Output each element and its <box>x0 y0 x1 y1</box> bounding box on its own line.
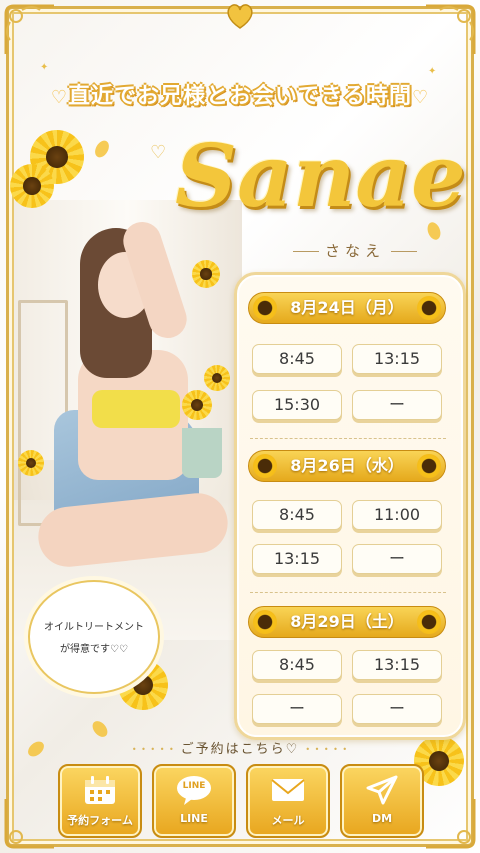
divider <box>250 592 446 593</box>
heart-ornament-icon <box>224 2 256 30</box>
time-slot[interactable]: 8:45 <box>252 500 342 530</box>
schedule-date: 8月26日（水） <box>248 450 446 482</box>
corner-ornament-icon <box>0 0 60 60</box>
time-slot[interactable]: 8:45 <box>252 650 342 680</box>
sunflower-icon <box>417 610 441 634</box>
corner-ornament-icon <box>420 793 480 853</box>
heart-icon: ♡ <box>411 87 430 108</box>
profile-kana: さなえ <box>270 240 440 260</box>
line-button[interactable]: LINE LINE <box>152 764 236 838</box>
mail-label: メール <box>271 814 305 827</box>
headline-text: 直近でお兄様とお会いできる時間 <box>68 84 412 109</box>
sunflower-icon <box>253 610 277 634</box>
sunflower-icon <box>253 296 277 320</box>
schedule-date: 8月29日（土） <box>248 606 446 638</box>
sunflower-icon <box>10 164 54 208</box>
profile-photo <box>14 200 242 640</box>
line-label: LINE <box>180 812 208 825</box>
bubble-line: オイルトリートメント <box>44 622 144 633</box>
time-slot: ー <box>352 544 442 574</box>
time-slot[interactable]: 13:15 <box>352 344 442 374</box>
schedule-date: 8月24日（月） <box>248 292 446 324</box>
dm-button[interactable]: DM <box>340 764 424 838</box>
send-icon <box>364 774 400 806</box>
time-slot[interactable]: 8:45 <box>252 344 342 374</box>
mail-icon <box>270 774 306 806</box>
mail-button[interactable]: メール <box>246 764 330 838</box>
reserve-form-button[interactable]: 予約フォーム <box>58 764 142 838</box>
sunflower-icon <box>182 390 212 420</box>
time-slot[interactable]: 11:00 <box>352 500 442 530</box>
sunflower-icon <box>204 365 230 391</box>
reserve-title: ご予約はこちら♡ <box>120 738 360 757</box>
heart-outline-icon: ♡ <box>150 142 167 163</box>
time-slot[interactable]: 13:15 <box>352 650 442 680</box>
reserve-form-label: 予約フォーム <box>67 814 133 827</box>
time-slot: ー <box>252 694 342 724</box>
bubble-line: が得意です♡♡ <box>60 644 128 655</box>
time-slot: ー <box>352 390 442 420</box>
time-slot[interactable]: 15:30 <box>252 390 342 420</box>
sunflower-icon <box>417 296 441 320</box>
line-icon-text: LINE <box>182 781 206 791</box>
heart-icon: ♡ <box>50 87 69 108</box>
speech-bubble: オイルトリートメント が得意です♡♡ <box>28 580 160 694</box>
corner-ornament-icon <box>0 793 60 853</box>
time-slot: ー <box>352 694 442 724</box>
sunflower-icon <box>18 450 44 476</box>
profile-name: Sanae <box>175 126 466 227</box>
headline: ♡直近でお兄様とお会いできる時間♡ <box>40 78 440 112</box>
page: ♡直近でお兄様とお会いできる時間♡ Sanae さなえ ✦ ✦ ♡ オイルトリー… <box>0 0 480 853</box>
sunflower-icon <box>192 260 220 288</box>
dm-label: DM <box>371 812 393 825</box>
divider <box>250 438 446 439</box>
calendar-icon <box>82 774 118 806</box>
sunflower-icon <box>253 454 277 478</box>
corner-ornament-icon <box>420 0 480 60</box>
line-icon: LINE <box>176 774 212 806</box>
sunflower-icon <box>417 454 441 478</box>
time-slot[interactable]: 13:15 <box>252 544 342 574</box>
